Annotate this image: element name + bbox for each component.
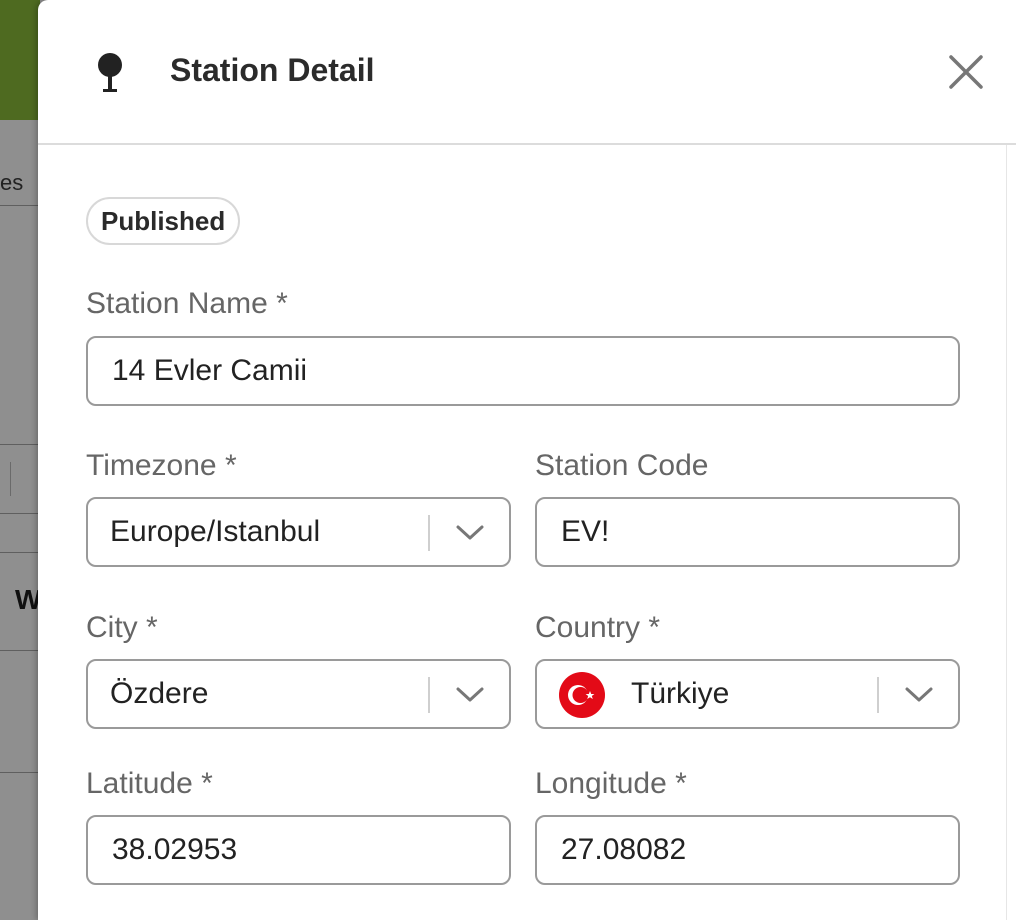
chevron-down-icon[interactable] [454, 519, 486, 545]
station-name-field [86, 336, 960, 406]
background-divider [0, 552, 40, 553]
timezone-label: Timezone * [86, 449, 237, 482]
chevron-down-icon[interactable] [903, 681, 935, 707]
select-divider [428, 515, 430, 551]
city-label: City * [86, 611, 158, 644]
select-divider [428, 677, 430, 713]
background-tab-text: es [0, 170, 24, 195]
drawer-header: Station Detail [38, 0, 1016, 145]
station-name-input[interactable] [88, 338, 958, 404]
station-code-input[interactable] [537, 499, 958, 565]
timezone-value: Europe/Istanbul [110, 515, 321, 548]
station-code-label: Station Code [535, 449, 709, 482]
background-divider [0, 650, 40, 651]
turkey-flag-icon [559, 672, 605, 718]
background-divider [0, 772, 40, 773]
latitude-field [86, 815, 511, 885]
drawer-title: Station Detail [170, 52, 375, 88]
country-label: Country * [535, 611, 661, 644]
status-badge: Published [86, 197, 241, 245]
map-pin-icon [98, 53, 122, 92]
background-separator [10, 462, 11, 496]
station-detail-drawer: Station Detail Published Station Name * … [38, 0, 1016, 920]
select-divider [877, 677, 879, 713]
background-divider [0, 205, 40, 206]
longitude-input[interactable] [537, 817, 958, 883]
station-code-field [535, 497, 960, 567]
background-app-content [0, 120, 40, 920]
close-icon[interactable] [946, 52, 986, 92]
chevron-down-icon[interactable] [454, 681, 486, 707]
longitude-field [535, 815, 960, 885]
longitude-label: Longitude * [535, 767, 687, 800]
latitude-label: Latitude * [86, 767, 213, 800]
background-divider [0, 444, 40, 445]
latitude-input[interactable] [88, 817, 509, 883]
timezone-select[interactable]: Europe/Istanbul [86, 497, 511, 567]
station-name-label: Station Name * [86, 287, 288, 320]
city-select[interactable]: Özdere [86, 659, 511, 729]
background-app-header [0, 0, 40, 120]
country-value: Türkiye [631, 677, 730, 710]
scrollbar[interactable] [1006, 145, 1016, 920]
country-select[interactable]: Türkiye [535, 659, 960, 729]
city-value: Özdere [110, 677, 209, 710]
background-divider [0, 513, 40, 514]
